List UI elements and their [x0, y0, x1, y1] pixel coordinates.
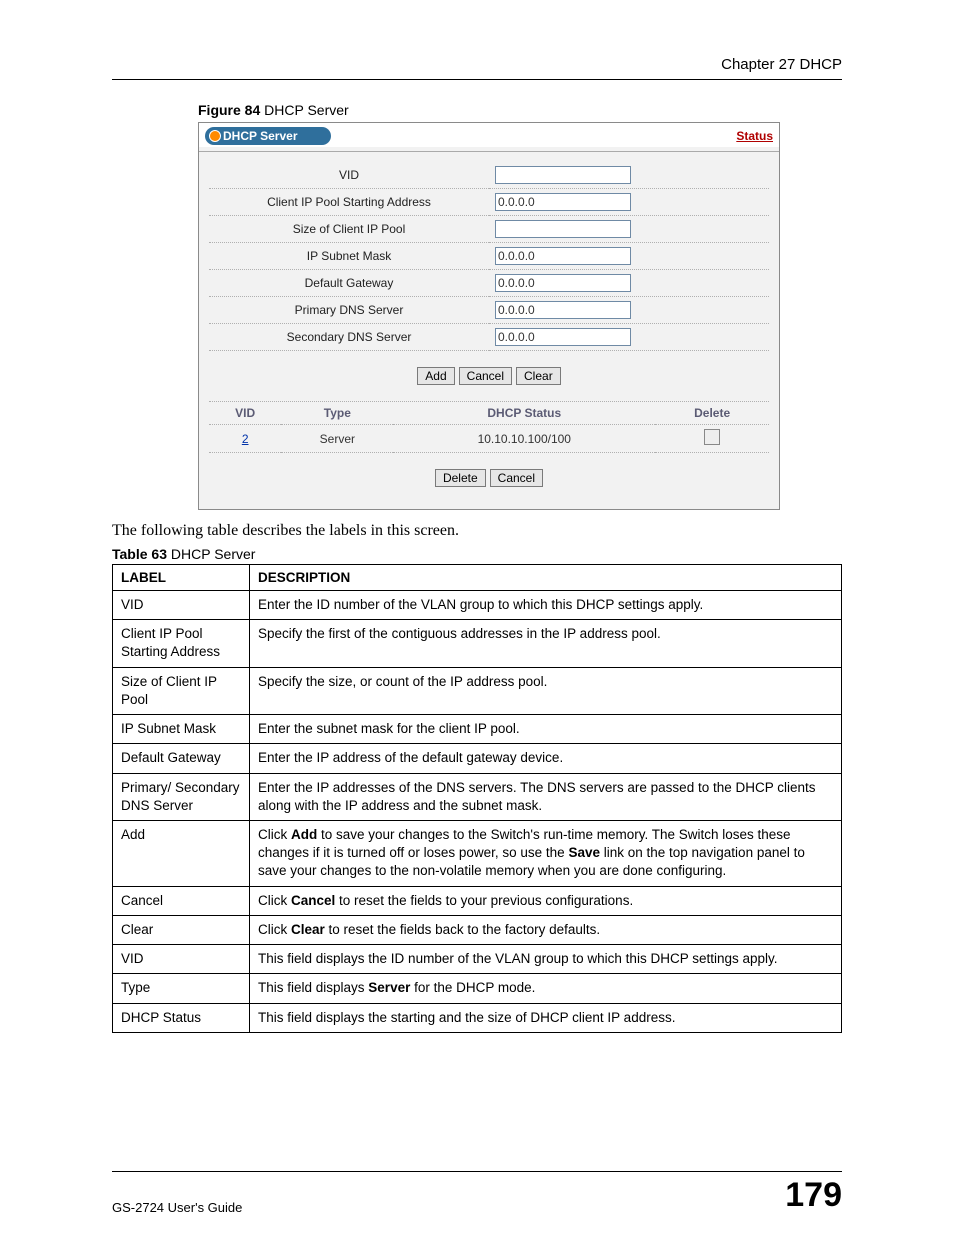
cell-description: Click Add to save your changes to the Sw…	[250, 820, 842, 886]
row-delete-checkbox[interactable]	[704, 429, 720, 445]
cell-label: Type	[113, 974, 250, 1003]
input-pool-size[interactable]	[495, 220, 631, 238]
delete-button[interactable]: Delete	[435, 469, 486, 487]
table-row: Size of Client IP PoolSpecify the size, …	[113, 667, 842, 714]
table-caption-title: DHCP Server	[167, 546, 255, 562]
label-vid: VID	[209, 162, 489, 189]
input-dns1[interactable]	[495, 301, 631, 319]
label-gateway: Default Gateway	[209, 270, 489, 297]
cell-description: Specify the first of the contiguous addr…	[250, 620, 842, 667]
cell-label: Clear	[113, 915, 250, 944]
description-table: LABEL DESCRIPTION VIDEnter the ID number…	[112, 564, 842, 1033]
chapter-header: Chapter 27 DHCP	[112, 48, 842, 80]
input-pool-start[interactable]	[495, 193, 631, 211]
body-paragraph: The following table describes the labels…	[112, 522, 842, 540]
cell-description: Click Clear to reset the fields back to …	[250, 915, 842, 944]
cell-description: Enter the IP address of the default gate…	[250, 744, 842, 773]
cell-label: Client IP Pool Starting Address	[113, 620, 250, 667]
cell-label: IP Subnet Mask	[113, 715, 250, 744]
cell-description: This field displays the starting and the…	[250, 1003, 842, 1032]
table-row: IP Subnet MaskEnter the subnet mask for …	[113, 715, 842, 744]
add-button[interactable]: Add	[417, 367, 454, 385]
table-row: VIDThis field displays the ID number of …	[113, 945, 842, 974]
panel-title: DHCP Server	[223, 129, 297, 143]
cell-label: Add	[113, 820, 250, 886]
table-row: ClearClick Clear to reset the fields bac…	[113, 915, 842, 944]
table-row: TypeThis field displays Server for the D…	[113, 974, 842, 1003]
cell-description: Specify the size, or count of the IP add…	[250, 667, 842, 714]
cell-description: This field displays Server for the DHCP …	[250, 974, 842, 1003]
cell-label: Cancel	[113, 886, 250, 915]
label-pool-start: Client IP Pool Starting Address	[209, 189, 489, 216]
table-caption: Table 63 DHCP Server	[112, 546, 842, 562]
table-row: Client IP Pool Starting AddressSpecify t…	[113, 620, 842, 667]
cell-label: DHCP Status	[113, 1003, 250, 1032]
row-type: Server	[281, 425, 393, 453]
input-vid[interactable]	[495, 166, 631, 184]
table-row: AddClick Add to save your changes to the…	[113, 820, 842, 886]
cell-description: Enter the subnet mask for the client IP …	[250, 715, 842, 744]
input-gateway[interactable]	[495, 274, 631, 292]
table-caption-number: Table 63	[112, 546, 167, 562]
header-label: LABEL	[113, 565, 250, 591]
dhcp-server-screenshot: DHCP Server Status VID Client IP Pool St…	[198, 122, 780, 510]
cell-label: VID	[113, 945, 250, 974]
status-link[interactable]: Status	[736, 129, 773, 143]
label-subnet: IP Subnet Mask	[209, 243, 489, 270]
cell-label: VID	[113, 591, 250, 620]
figure-caption-number: Figure 84	[198, 102, 260, 118]
label-dns1: Primary DNS Server	[209, 297, 489, 324]
cell-label: Primary/ Secondary DNS Server	[113, 773, 250, 820]
row-vid-link[interactable]: 2	[242, 432, 249, 446]
cancel-button[interactable]: Cancel	[459, 367, 512, 385]
figure-caption-title: DHCP Server	[260, 102, 348, 118]
cancel-bottom-button[interactable]: Cancel	[490, 469, 543, 487]
col-vid: VID	[209, 402, 281, 425]
clear-button[interactable]: Clear	[516, 367, 561, 385]
table-row: CancelClick Cancel to reset the fields t…	[113, 886, 842, 915]
cell-description: Enter the ID number of the VLAN group to…	[250, 591, 842, 620]
col-delete: Delete	[655, 402, 769, 425]
table-row: Default GatewayEnter the IP address of t…	[113, 744, 842, 773]
figure-caption: Figure 84 DHCP Server	[198, 102, 842, 118]
footer-guide: GS-2724 User's Guide	[112, 1200, 242, 1215]
cell-description: Enter the IP addresses of the DNS server…	[250, 773, 842, 820]
col-status: DHCP Status	[393, 402, 655, 425]
table-row: 2 Server 10.10.10.100/100	[209, 425, 769, 453]
cell-description: Click Cancel to reset the fields to your…	[250, 886, 842, 915]
panel-title-pill: DHCP Server	[205, 127, 331, 145]
row-status: 10.10.10.100/100	[393, 425, 655, 453]
input-subnet[interactable]	[495, 247, 631, 265]
table-row: DHCP StatusThis field displays the start…	[113, 1003, 842, 1032]
label-dns2: Secondary DNS Server	[209, 324, 489, 351]
table-row: VIDEnter the ID number of the VLAN group…	[113, 591, 842, 620]
cell-label: Default Gateway	[113, 744, 250, 773]
input-dns2[interactable]	[495, 328, 631, 346]
table-row: Primary/ Secondary DNS ServerEnter the I…	[113, 773, 842, 820]
page-number: 179	[785, 1176, 842, 1215]
cell-label: Size of Client IP Pool	[113, 667, 250, 714]
label-pool-size: Size of Client IP Pool	[209, 216, 489, 243]
col-type: Type	[281, 402, 393, 425]
cell-description: This field displays the ID number of the…	[250, 945, 842, 974]
header-desc: DESCRIPTION	[250, 565, 842, 591]
